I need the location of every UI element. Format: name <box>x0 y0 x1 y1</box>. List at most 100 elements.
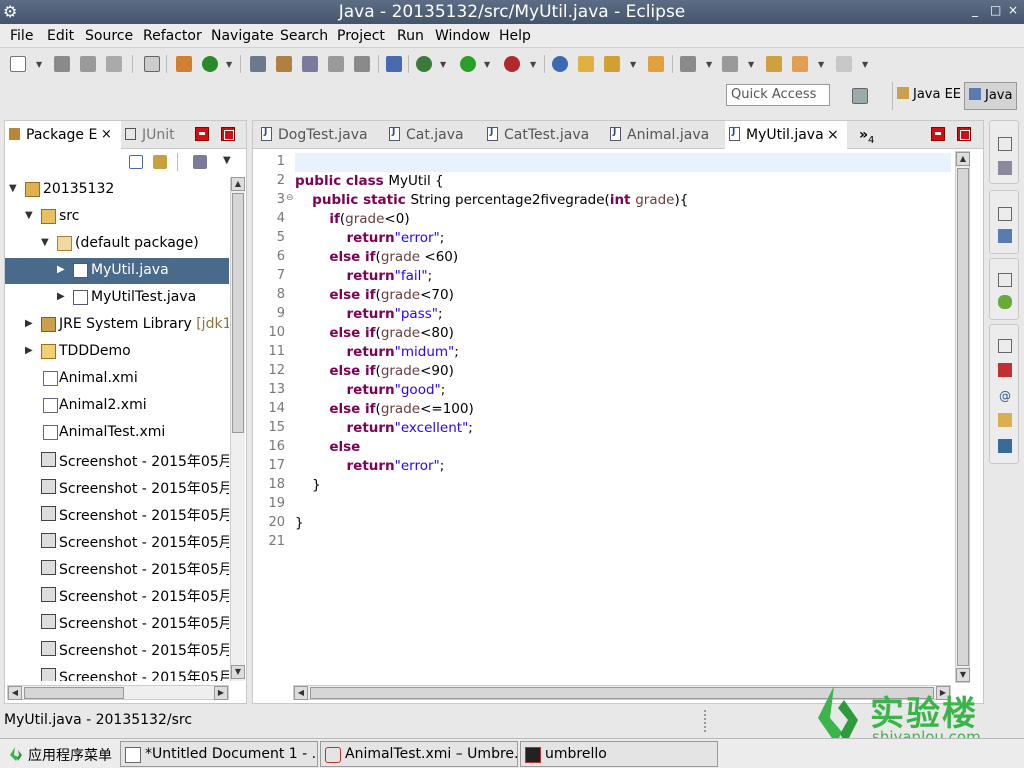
back-icon[interactable] <box>792 56 808 72</box>
tab-junit[interactable]: JUnit <box>121 121 197 149</box>
tree-item-myutiltest-java[interactable]: ▶ MyUtilTest.java <box>5 285 229 311</box>
restore-icon[interactable] <box>998 137 1012 151</box>
tree-item-animal-xmi[interactable]: Animal.xmi <box>5 366 229 392</box>
pin-icon[interactable] <box>386 56 402 72</box>
scroll-thumb[interactable] <box>232 193 244 433</box>
tree-item-screenshot[interactable]: Screenshot - 2015年05月0 <box>5 663 229 681</box>
close-tab-icon[interactable]: × <box>101 127 112 142</box>
maximize-editor-button[interactable] <box>957 127 971 141</box>
javadoc-icon[interactable]: @ <box>998 389 1012 403</box>
tree-item-screenshot[interactable]: Screenshot - 2015年05月0 <box>5 609 229 635</box>
scroll-right-button[interactable]: ▶ <box>214 686 228 700</box>
menu-search[interactable]: Search <box>280 28 328 44</box>
taskbar-umbrello-terminal[interactable]: umbrello <box>520 741 718 767</box>
expand-arrow-icon[interactable]: ▼ <box>9 183 17 194</box>
menu-window[interactable]: Window <box>435 28 490 44</box>
tree-item-screenshot[interactable]: Screenshot - 2015年05月0 <box>5 528 229 554</box>
table-icon[interactable] <box>328 56 344 72</box>
menu-run[interactable]: Run <box>397 28 424 44</box>
annotation-next-icon[interactable] <box>680 56 696 72</box>
editor-tab-cat[interactable]: Cat.java <box>385 121 481 149</box>
tree-item-screenshot[interactable]: Screenshot - 2015年05月0 <box>5 636 229 662</box>
brush-icon[interactable] <box>276 56 292 72</box>
tree-item-src[interactable]: ▼ src <box>5 204 229 230</box>
editor-tab-dogtest[interactable]: DogTest.java <box>257 121 377 149</box>
back-dropdown-icon[interactable]: ▼ <box>818 60 824 69</box>
collapse-all-icon[interactable] <box>129 155 143 169</box>
tree-item-screenshot[interactable]: Screenshot - 2015年05月0 <box>5 582 229 608</box>
editor-tab-myutil[interactable]: MyUtil.java× <box>725 121 847 149</box>
scroll-thumb[interactable] <box>24 687 124 699</box>
close-tab-icon[interactable]: × <box>827 127 839 143</box>
tree-item-animal2-xmi[interactable]: Animal2.xmi <box>5 393 229 419</box>
annotation-prev-icon[interactable] <box>722 56 738 72</box>
quick-access-input[interactable]: Quick Access <box>726 84 830 106</box>
collapse-arrow-icon[interactable]: ▶ <box>25 318 33 329</box>
annotation-next-dropdown-icon[interactable]: ▼ <box>706 60 712 69</box>
maximize-button[interactable]: □ <box>990 3 1001 17</box>
menu-file[interactable]: File <box>10 28 33 44</box>
tree-item-default-package[interactable]: ▼ (default package) <box>5 231 229 257</box>
last-edit-icon[interactable] <box>766 56 782 72</box>
editor-tab-animal[interactable]: Animal.java <box>606 121 724 149</box>
code-area[interactable]: public class MyUtil { public static Stri… <box>295 151 951 681</box>
link-with-editor-icon[interactable] <box>153 155 167 169</box>
server-icon[interactable] <box>250 56 266 72</box>
debug-icon[interactable] <box>416 56 432 72</box>
scroll-left-button[interactable]: ◀ <box>294 686 308 700</box>
tree-item-screenshot[interactable]: Screenshot - 2015年05月0 <box>5 555 229 581</box>
outline-icon[interactable] <box>998 229 1012 243</box>
open-folder-icon[interactable] <box>578 56 594 72</box>
tree-item-screenshot[interactable]: Screenshot - 2015年05月0 <box>5 501 229 527</box>
refresh-dropdown-icon[interactable]: ▼ <box>226 60 232 69</box>
scroll-down-button[interactable]: ▼ <box>956 668 970 682</box>
taskbar-app-menu[interactable]: 应用程序菜单 <box>4 741 118 767</box>
minimize-view-button[interactable] <box>195 127 209 141</box>
tree-item-tdddemo[interactable]: ▶ TDDDemo <box>5 339 229 365</box>
collapse-arrow-icon[interactable]: ▶ <box>25 345 33 356</box>
minimize-editor-button[interactable] <box>931 127 945 141</box>
menu-navigate[interactable]: Navigate <box>211 28 274 44</box>
editor-vertical-scrollbar[interactable]: ▲ ▼ <box>955 151 970 683</box>
task-list-icon[interactable] <box>998 161 1012 175</box>
perspective-java[interactable]: Java <box>964 82 1018 110</box>
tree-item-project[interactable]: ▼ 20135132 <box>5 177 229 203</box>
scroll-thumb[interactable] <box>957 168 969 666</box>
restore-icon[interactable] <box>998 273 1012 287</box>
collapse-arrow-icon[interactable]: ▶ <box>57 264 65 275</box>
tree-item-myutil-java[interactable]: ▶ MyUtil.java <box>5 258 229 284</box>
forward-icon[interactable] <box>836 56 852 72</box>
spring-leaf-icon[interactable] <box>998 295 1012 309</box>
wizard-icon[interactable] <box>302 56 318 72</box>
filter-icon[interactable] <box>193 155 207 169</box>
console-icon[interactable] <box>998 439 1012 453</box>
external-tools-icon[interactable] <box>504 56 520 72</box>
tree-item-jre-library[interactable]: ▶ JRE System Library [jdk1.7. <box>5 312 229 338</box>
menu-project[interactable]: Project <box>337 28 385 44</box>
forward-dropdown-icon[interactable]: ▼ <box>862 60 868 69</box>
scroll-up-button[interactable]: ▲ <box>231 177 245 191</box>
pencil-icon[interactable] <box>604 56 620 72</box>
print-icon[interactable] <box>106 56 122 72</box>
pencil-dropdown-icon[interactable]: ▼ <box>630 60 636 69</box>
new-icon[interactable] <box>10 56 26 72</box>
run-dropdown-icon[interactable]: ▼ <box>484 60 490 69</box>
build-icon[interactable] <box>176 56 192 72</box>
scroll-down-button[interactable]: ▼ <box>231 665 245 679</box>
expand-arrow-icon[interactable]: ▼ <box>25 210 33 221</box>
menu-help[interactable]: Help <box>499 28 531 44</box>
declaration-icon[interactable] <box>998 413 1012 427</box>
column-icon[interactable] <box>354 56 370 72</box>
run-icon[interactable] <box>460 56 476 72</box>
restore-icon[interactable] <box>998 339 1012 353</box>
open-type-icon[interactable] <box>648 56 664 72</box>
perspective-java-ee[interactable]: Java EE <box>892 82 965 110</box>
minimize-button[interactable]: _ <box>972 3 978 17</box>
taskbar-text-editor[interactable]: *Untitled Document 1 - ... <box>120 741 318 767</box>
collapse-arrow-icon[interactable]: ▶ <box>57 291 65 302</box>
tab-package-explorer[interactable]: Package E × <box>5 121 121 149</box>
problems-icon[interactable] <box>998 363 1012 377</box>
tree-item-animaltest-xmi[interactable]: AnimalTest.xmi <box>5 420 229 446</box>
editor-tab-cattest[interactable]: CatTest.java <box>483 121 599 149</box>
view-menu-icon[interactable]: ▼ <box>223 155 231 166</box>
